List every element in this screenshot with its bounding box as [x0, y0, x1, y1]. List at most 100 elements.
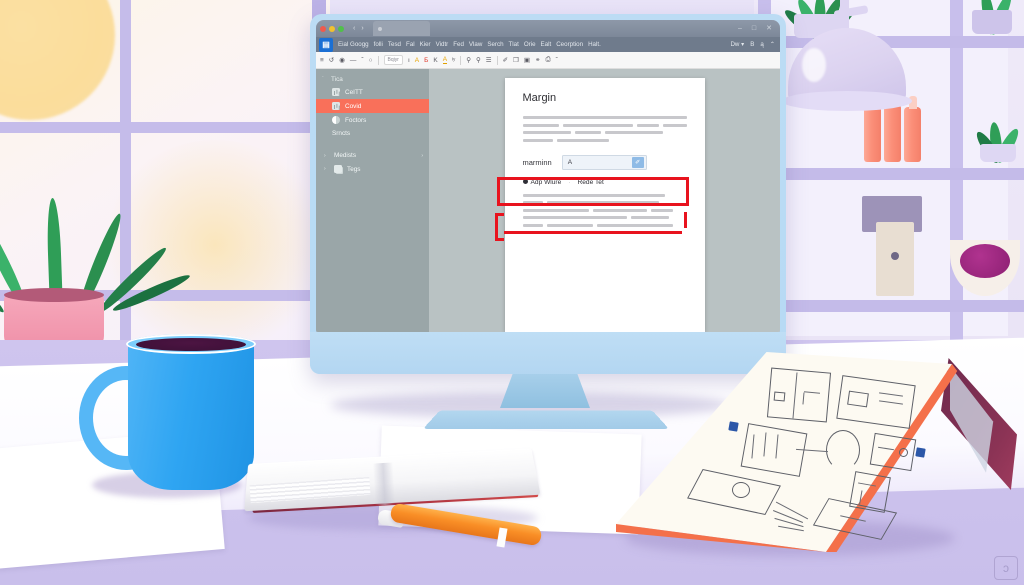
- record-icon[interactable]: ◉: [339, 56, 345, 64]
- menu-item-2[interactable]: Tesd: [388, 41, 401, 48]
- refresh-icon[interactable]: ○: [369, 57, 373, 64]
- title-bar: ‹ › – □ ✕: [316, 20, 780, 37]
- monitor-neck: [500, 374, 590, 408]
- menu-item-11[interactable]: Ealt: [541, 41, 552, 48]
- menu-lines-icon[interactable]: ≡: [320, 57, 324, 64]
- toolbar[interactable]: ≡ ↺ ◉ — ˇ ○ Bqiyr ı A Б K A ᴵʸ ⚲ ⚲ ☰ ✐ ❐…: [316, 52, 780, 69]
- text-color-icon[interactable]: A: [415, 57, 419, 64]
- menu-item-0[interactable]: Eial Googg: [338, 41, 369, 48]
- option-second-label: Rede Tet: [577, 178, 604, 186]
- search-icon[interactable]: ⚲: [466, 56, 471, 64]
- sketch-wireframe-4: [869, 432, 917, 472]
- menu-bar-right[interactable]: Dw ▾ B ą ⌃: [730, 41, 777, 48]
- nav-forward-icon[interactable]: ›: [361, 25, 363, 32]
- menu-right-0[interactable]: Dw ▾: [730, 41, 744, 48]
- marminn-select[interactable]: A ✐: [561, 154, 647, 170]
- rule-line-icon[interactable]: —: [350, 57, 357, 64]
- undo-icon[interactable]: ↺: [329, 56, 334, 64]
- more-caret-icon[interactable]: ˇ: [556, 57, 558, 64]
- paragraph-block-top: [522, 116, 687, 142]
- chevron-right-icon-sub[interactable]: ›: [421, 153, 423, 159]
- document-page[interactable]: Margin marminn A ✐ Adp Wlure · Rede Tet …: [504, 78, 705, 332]
- menu-item-10[interactable]: Orie: [524, 41, 536, 48]
- sidebar-item-label: CeITT: [345, 88, 363, 96]
- minimize-traffic-dot[interactable]: [329, 25, 335, 32]
- bold-k-icon[interactable]: K: [433, 57, 437, 64]
- menu-item-1[interactable]: folli: [374, 41, 383, 48]
- pencil-icon[interactable]: ✐: [503, 56, 508, 64]
- italic-icon[interactable]: ı: [408, 57, 410, 64]
- menu-item-5[interactable]: Vidtr: [436, 41, 449, 48]
- chevron-right-icon[interactable]: ›: [324, 166, 329, 172]
- navigation-arrows[interactable]: ‹ ›: [353, 25, 364, 32]
- marminn-field-row[interactable]: marminn A ✐: [523, 154, 687, 170]
- radio-icon[interactable]: [522, 178, 528, 184]
- sketch-box-1: [773, 391, 786, 402]
- edit-pencil-icon[interactable]: ✐: [631, 156, 644, 168]
- stack-icon: [334, 165, 342, 173]
- toolbar-separator-2: [460, 55, 462, 65]
- menu-right-3[interactable]: ⌃: [770, 41, 775, 48]
- spacing-icon[interactable]: ᴵʸ: [452, 57, 455, 64]
- option-row[interactable]: Adp Wlure · Rede Tet ˇ: [522, 178, 687, 186]
- chevron-down-icon[interactable]: ˇ: [361, 57, 363, 64]
- menu-item-6[interactable]: Fed: [453, 41, 464, 48]
- menu-item-4[interactable]: Kier: [420, 41, 431, 48]
- sidebar[interactable]: ˇ Tica CeITT Covid Foctors Srncts › Medi…: [316, 69, 429, 332]
- zoom-in-icon[interactable]: ⚲: [476, 56, 481, 64]
- text-bar: [522, 193, 665, 197]
- radio-label: Adp Wlure: [530, 178, 562, 186]
- window-controls[interactable]: – □ ✕: [738, 25, 776, 32]
- maximize-button[interactable]: □: [752, 25, 756, 32]
- align-icon[interactable]: ☰: [486, 56, 492, 64]
- sidebar-group-tica[interactable]: ˇ Tica: [316, 73, 429, 85]
- sidebar-item-srncts[interactable]: Srncts: [316, 127, 429, 140]
- menu-item-3[interactable]: Fal: [406, 41, 415, 48]
- menu-item-7[interactable]: Vlaw: [469, 41, 482, 48]
- chevron-down-icon[interactable]: ˇ: [684, 179, 686, 186]
- menu-right-2[interactable]: ą: [760, 41, 763, 48]
- nav-back-icon[interactable]: ‹: [353, 25, 355, 32]
- print-icon[interactable]: ⎙: [545, 56, 550, 64]
- underline-a-icon[interactable]: A: [442, 56, 448, 64]
- copy-icon[interactable]: ❐: [513, 56, 519, 64]
- sidebar-item-label: Covid: [345, 102, 362, 110]
- menu-item-8[interactable]: Serch: [487, 41, 503, 48]
- paste-icon[interactable]: ▣: [524, 56, 530, 64]
- desk-lamp: [782, 0, 1000, 168]
- menu-item-13[interactable]: Halt.: [588, 41, 601, 48]
- sidebar-group-tegs[interactable]: › Tegs: [316, 162, 429, 176]
- close-button[interactable]: ✕: [766, 25, 772, 32]
- sun: [0, 0, 115, 120]
- text-bar: [562, 123, 633, 127]
- grid-icon: [332, 88, 340, 96]
- browser-tab[interactable]: [372, 21, 430, 36]
- text-line: [522, 216, 687, 219]
- app-logo-icon: ▤: [319, 37, 333, 52]
- link-icon[interactable]: ⚭: [535, 56, 540, 64]
- minimize-button[interactable]: –: [738, 25, 742, 32]
- chevron-down-icon[interactable]: ˇ: [322, 76, 327, 82]
- close-traffic-dot[interactable]: [320, 25, 326, 32]
- sidebar-item-covid[interactable]: Covid: [316, 99, 429, 113]
- text-bar: [662, 123, 687, 127]
- paragraph-block-bottom: [522, 193, 687, 227]
- text-bar: [522, 208, 589, 212]
- chevron-right-icon[interactable]: ›: [324, 153, 329, 159]
- menu-right-1[interactable]: B: [750, 41, 754, 48]
- menu-bar[interactable]: ▤ Eial Googg folli Tesd Fal Kier Vidtr F…: [316, 37, 780, 52]
- zoom-select[interactable]: Bqiyr: [383, 55, 403, 65]
- radio-option[interactable]: Adp Wlure: [522, 178, 562, 186]
- sidebar-group-medists[interactable]: › Medists ›: [316, 149, 429, 162]
- chart-icon: [332, 102, 340, 110]
- sidebar-item-ceitt[interactable]: CeITT: [316, 85, 429, 99]
- zoom-traffic-dot[interactable]: [338, 25, 344, 32]
- highlight-icon[interactable]: Б: [424, 57, 428, 64]
- lamp-highlight: [802, 48, 826, 82]
- menu-item-9[interactable]: Tlat: [509, 41, 519, 48]
- traffic-lights[interactable]: [320, 25, 344, 32]
- sidebar-item-foctors[interactable]: Foctors: [316, 113, 429, 127]
- sketch-box-2: [847, 390, 869, 408]
- coffee-mug: [128, 340, 254, 490]
- menu-item-12[interactable]: Ceorption: [556, 41, 583, 48]
